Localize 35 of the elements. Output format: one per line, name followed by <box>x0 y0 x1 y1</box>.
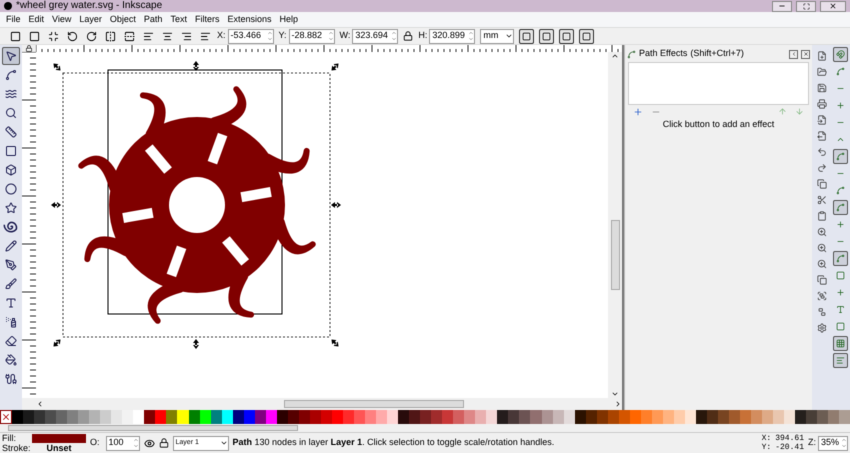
stroke-value[interactable]: Unset <box>46 442 72 452</box>
field-label: X: <box>217 29 226 42</box>
panel-shortcut: (Shift+Ctrl+7) <box>690 47 744 60</box>
number-field[interactable]: 35% <box>818 436 848 450</box>
number-field[interactable]: -53.466 <box>228 28 274 44</box>
menu-item[interactable]: Layer <box>75 12 106 26</box>
menu-item[interactable]: Path <box>140 12 166 26</box>
number-field[interactable]: 100 <box>106 436 140 450</box>
number-field[interactable]: 323.694 <box>352 28 398 44</box>
cursor-y-label: Y: <box>762 443 772 452</box>
menu-item[interactable]: Text <box>166 12 191 26</box>
field-label: H: <box>418 29 428 42</box>
field-label: W: <box>340 29 350 42</box>
number-field[interactable]: -28.882 <box>288 28 335 44</box>
panel-hint: Click button to add an effect <box>662 118 776 131</box>
panel-title: Path Effects <box>639 47 688 60</box>
menu-item[interactable]: Extensions <box>223 12 276 26</box>
fill-label: Fill: <box>2 433 17 443</box>
window-title: *wheel grey water.svg - Inkscape <box>16 1 162 11</box>
stroke-label: Stroke: <box>2 443 28 453</box>
menu-item[interactable]: View <box>48 12 76 26</box>
menu-item[interactable]: Filters <box>190 12 224 26</box>
menu-item[interactable]: Object <box>106 12 140 26</box>
field-label: Z: <box>808 436 816 450</box>
menu-item[interactable]: File <box>2 12 25 26</box>
menu-item[interactable]: Help <box>275 12 302 26</box>
number-field[interactable]: 320.899 <box>429 28 476 44</box>
unit-dropdown[interactable]: mm <box>480 28 514 44</box>
menu-item[interactable]: Edit <box>24 12 48 26</box>
field-label: Y: <box>278 29 287 42</box>
cursor-x-value: 394.61 <box>775 434 804 443</box>
cursor-x-label: X: <box>762 434 772 443</box>
cursor-y-value: -20.41 <box>775 443 804 452</box>
opacity-label: O: <box>90 436 100 450</box>
status-message: Path 130 nodes in layer Layer 1. Click selection to toggle scale/rotation handles. <box>232 436 554 450</box>
